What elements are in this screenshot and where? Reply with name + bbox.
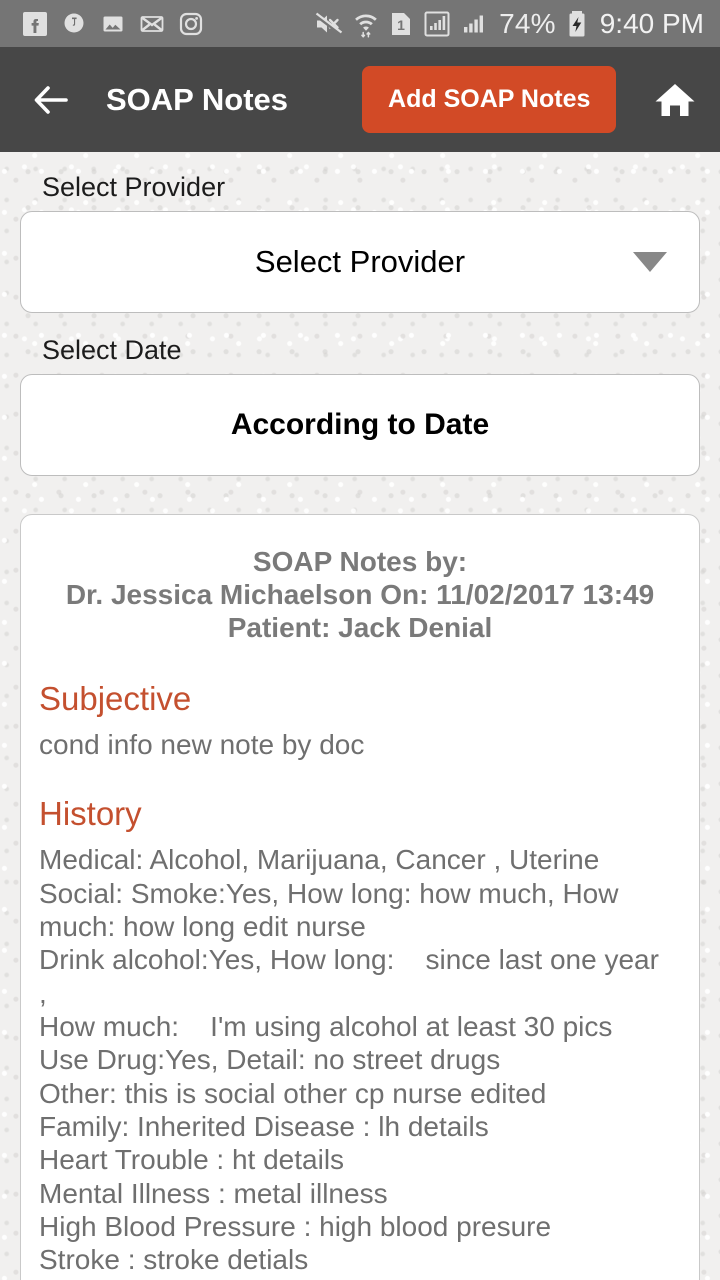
battery-charging-icon (569, 10, 585, 36)
status-bar-right-icons: 1 74% 9:40 PM (313, 8, 704, 40)
instagram-icon (179, 12, 203, 35)
photo-icon (103, 16, 123, 31)
signal-boxed-icon (424, 11, 450, 36)
home-icon[interactable] (652, 77, 698, 123)
facebook-icon (23, 11, 47, 36)
note-patient-line: Patient: Jack Denial (227, 612, 493, 644)
mute-icon (314, 12, 343, 35)
page-title: SOAP Notes (106, 81, 289, 117)
download-badge-icon (64, 13, 84, 32)
note-card-header: SOAP Notes by: Dr. Jessica Michaelson On… (37, 545, 683, 644)
app-bar: SOAP Notes Add SOAP Notes (0, 47, 720, 152)
note-author-line: SOAP Notes by: (252, 546, 468, 577)
select-date-label: Select Date (42, 335, 182, 365)
note-doctor-date-line: Dr. Jessica Michaelson On: 11/02/2017 13… (65, 579, 655, 611)
app-screen: 1 74% 9:40 PM SOAP Notes Add SOAP Notes (0, 0, 720, 1280)
soap-note-card: SOAP Notes by: Dr. Jessica Michaelson On… (20, 514, 700, 1280)
clock-label: 9:40 PM (599, 7, 704, 39)
select-provider-label: Select Provider (42, 172, 226, 202)
history-body: Medical: Alcohol, Marijuana, Cancer , Ut… (39, 844, 659, 1280)
status-bar-left-icons (22, 11, 204, 37)
history-heading: History (39, 795, 142, 833)
sim-1-icon: 1 (392, 12, 411, 35)
date-picker-value: According to Date (230, 408, 490, 441)
subjective-heading: Subjective (39, 680, 192, 718)
mail-icon (140, 15, 164, 32)
subjective-body: cond info new note by doc (39, 729, 365, 761)
battery-percent-label: 74% (499, 7, 556, 39)
provider-dropdown-value: Select Provider (254, 244, 466, 279)
svg-text:1: 1 (397, 17, 405, 33)
provider-dropdown[interactable]: Select Provider (20, 211, 700, 313)
chevron-down-icon (633, 252, 667, 272)
add-soap-notes-button[interactable]: Add SOAP Notes (362, 66, 617, 133)
status-bar: 1 74% 9:40 PM (0, 0, 720, 47)
wifi-icon (355, 13, 377, 38)
back-arrow-icon[interactable] (28, 77, 74, 123)
signal-bars-icon (464, 15, 484, 32)
main-content: Select Provider Select Provider Select D… (0, 172, 720, 1280)
date-picker[interactable]: According to Date (20, 374, 700, 476)
